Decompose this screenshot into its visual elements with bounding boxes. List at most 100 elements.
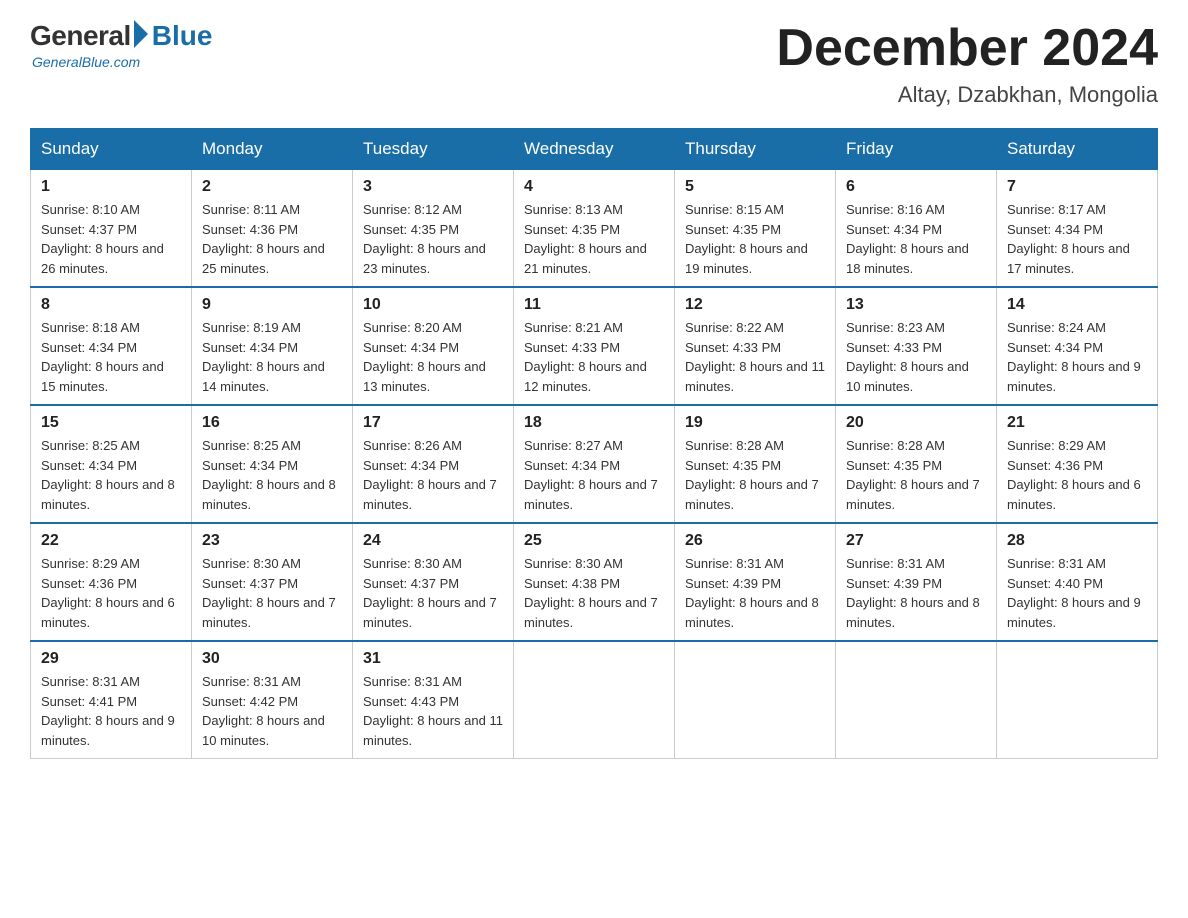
- day-number: 29: [41, 650, 181, 668]
- day-cell: 7 Sunrise: 8:17 AMSunset: 4:34 PMDayligh…: [997, 170, 1158, 288]
- day-info: Sunrise: 8:24 AMSunset: 4:34 PMDaylight:…: [1007, 318, 1147, 396]
- weekday-header-monday: Monday: [192, 129, 353, 170]
- day-info: Sunrise: 8:31 AMSunset: 4:43 PMDaylight:…: [363, 672, 503, 750]
- page-header: General Blue GeneralBlue.com December 20…: [30, 20, 1158, 108]
- day-info: Sunrise: 8:27 AMSunset: 4:34 PMDaylight:…: [524, 436, 664, 514]
- calendar-table: SundayMondayTuesdayWednesdayThursdayFrid…: [30, 128, 1158, 759]
- day-cell: 21 Sunrise: 8:29 AMSunset: 4:36 PMDaylig…: [997, 405, 1158, 523]
- day-cell: 31 Sunrise: 8:31 AMSunset: 4:43 PMDaylig…: [353, 641, 514, 759]
- day-number: 3: [363, 178, 503, 196]
- day-cell: [836, 641, 997, 759]
- day-number: 18: [524, 414, 664, 432]
- day-cell: 22 Sunrise: 8:29 AMSunset: 4:36 PMDaylig…: [31, 523, 192, 641]
- day-info: Sunrise: 8:28 AMSunset: 4:35 PMDaylight:…: [846, 436, 986, 514]
- logo-triangle-icon: [134, 20, 148, 48]
- week-row-4: 22 Sunrise: 8:29 AMSunset: 4:36 PMDaylig…: [31, 523, 1158, 641]
- day-info: Sunrise: 8:13 AMSunset: 4:35 PMDaylight:…: [524, 200, 664, 278]
- day-number: 5: [685, 178, 825, 196]
- day-number: 27: [846, 532, 986, 550]
- day-cell: 1 Sunrise: 8:10 AMSunset: 4:37 PMDayligh…: [31, 170, 192, 288]
- day-info: Sunrise: 8:31 AMSunset: 4:42 PMDaylight:…: [202, 672, 342, 750]
- day-number: 12: [685, 296, 825, 314]
- day-info: Sunrise: 8:21 AMSunset: 4:33 PMDaylight:…: [524, 318, 664, 396]
- day-cell: 14 Sunrise: 8:24 AMSunset: 4:34 PMDaylig…: [997, 287, 1158, 405]
- day-cell: [514, 641, 675, 759]
- week-row-5: 29 Sunrise: 8:31 AMSunset: 4:41 PMDaylig…: [31, 641, 1158, 759]
- day-cell: [997, 641, 1158, 759]
- day-info: Sunrise: 8:29 AMSunset: 4:36 PMDaylight:…: [1007, 436, 1147, 514]
- day-info: Sunrise: 8:30 AMSunset: 4:38 PMDaylight:…: [524, 554, 664, 632]
- day-cell: 29 Sunrise: 8:31 AMSunset: 4:41 PMDaylig…: [31, 641, 192, 759]
- day-info: Sunrise: 8:11 AMSunset: 4:36 PMDaylight:…: [202, 200, 342, 278]
- day-number: 4: [524, 178, 664, 196]
- day-number: 8: [41, 296, 181, 314]
- day-number: 28: [1007, 532, 1147, 550]
- day-info: Sunrise: 8:25 AMSunset: 4:34 PMDaylight:…: [202, 436, 342, 514]
- day-cell: 30 Sunrise: 8:31 AMSunset: 4:42 PMDaylig…: [192, 641, 353, 759]
- day-number: 25: [524, 532, 664, 550]
- day-info: Sunrise: 8:15 AMSunset: 4:35 PMDaylight:…: [685, 200, 825, 278]
- day-info: Sunrise: 8:22 AMSunset: 4:33 PMDaylight:…: [685, 318, 825, 396]
- title-section: December 2024 Altay, Dzabkhan, Mongolia: [776, 20, 1158, 108]
- day-number: 13: [846, 296, 986, 314]
- weekday-header-friday: Friday: [836, 129, 997, 170]
- day-number: 11: [524, 296, 664, 314]
- day-info: Sunrise: 8:10 AMSunset: 4:37 PMDaylight:…: [41, 200, 181, 278]
- day-info: Sunrise: 8:17 AMSunset: 4:34 PMDaylight:…: [1007, 200, 1147, 278]
- weekday-header-row: SundayMondayTuesdayWednesdayThursdayFrid…: [31, 129, 1158, 170]
- weekday-header-thursday: Thursday: [675, 129, 836, 170]
- day-cell: 10 Sunrise: 8:20 AMSunset: 4:34 PMDaylig…: [353, 287, 514, 405]
- day-cell: 19 Sunrise: 8:28 AMSunset: 4:35 PMDaylig…: [675, 405, 836, 523]
- day-number: 19: [685, 414, 825, 432]
- day-number: 31: [363, 650, 503, 668]
- day-cell: 27 Sunrise: 8:31 AMSunset: 4:39 PMDaylig…: [836, 523, 997, 641]
- day-number: 20: [846, 414, 986, 432]
- day-info: Sunrise: 8:31 AMSunset: 4:39 PMDaylight:…: [685, 554, 825, 632]
- month-title: December 2024: [776, 20, 1158, 77]
- day-cell: 17 Sunrise: 8:26 AMSunset: 4:34 PMDaylig…: [353, 405, 514, 523]
- logo: General Blue GeneralBlue.com: [30, 20, 212, 70]
- day-info: Sunrise: 8:19 AMSunset: 4:34 PMDaylight:…: [202, 318, 342, 396]
- day-info: Sunrise: 8:28 AMSunset: 4:35 PMDaylight:…: [685, 436, 825, 514]
- day-info: Sunrise: 8:29 AMSunset: 4:36 PMDaylight:…: [41, 554, 181, 632]
- day-info: Sunrise: 8:26 AMSunset: 4:34 PMDaylight:…: [363, 436, 503, 514]
- day-number: 6: [846, 178, 986, 196]
- day-cell: 11 Sunrise: 8:21 AMSunset: 4:33 PMDaylig…: [514, 287, 675, 405]
- weekday-header-saturday: Saturday: [997, 129, 1158, 170]
- day-number: 23: [202, 532, 342, 550]
- day-cell: 3 Sunrise: 8:12 AMSunset: 4:35 PMDayligh…: [353, 170, 514, 288]
- day-info: Sunrise: 8:31 AMSunset: 4:39 PMDaylight:…: [846, 554, 986, 632]
- day-info: Sunrise: 8:23 AMSunset: 4:33 PMDaylight:…: [846, 318, 986, 396]
- day-cell: 12 Sunrise: 8:22 AMSunset: 4:33 PMDaylig…: [675, 287, 836, 405]
- day-cell: 23 Sunrise: 8:30 AMSunset: 4:37 PMDaylig…: [192, 523, 353, 641]
- day-info: Sunrise: 8:16 AMSunset: 4:34 PMDaylight:…: [846, 200, 986, 278]
- weekday-header-sunday: Sunday: [31, 129, 192, 170]
- day-number: 26: [685, 532, 825, 550]
- day-number: 21: [1007, 414, 1147, 432]
- day-number: 16: [202, 414, 342, 432]
- day-cell: 25 Sunrise: 8:30 AMSunset: 4:38 PMDaylig…: [514, 523, 675, 641]
- day-cell: 8 Sunrise: 8:18 AMSunset: 4:34 PMDayligh…: [31, 287, 192, 405]
- day-number: 24: [363, 532, 503, 550]
- weekday-header-wednesday: Wednesday: [514, 129, 675, 170]
- day-cell: 15 Sunrise: 8:25 AMSunset: 4:34 PMDaylig…: [31, 405, 192, 523]
- day-info: Sunrise: 8:25 AMSunset: 4:34 PMDaylight:…: [41, 436, 181, 514]
- day-cell: 6 Sunrise: 8:16 AMSunset: 4:34 PMDayligh…: [836, 170, 997, 288]
- day-number: 17: [363, 414, 503, 432]
- day-info: Sunrise: 8:30 AMSunset: 4:37 PMDaylight:…: [202, 554, 342, 632]
- day-info: Sunrise: 8:20 AMSunset: 4:34 PMDaylight:…: [363, 318, 503, 396]
- location-title: Altay, Dzabkhan, Mongolia: [776, 82, 1158, 108]
- day-number: 10: [363, 296, 503, 314]
- day-info: Sunrise: 8:30 AMSunset: 4:37 PMDaylight:…: [363, 554, 503, 632]
- day-number: 14: [1007, 296, 1147, 314]
- day-cell: 5 Sunrise: 8:15 AMSunset: 4:35 PMDayligh…: [675, 170, 836, 288]
- day-cell: 13 Sunrise: 8:23 AMSunset: 4:33 PMDaylig…: [836, 287, 997, 405]
- day-number: 22: [41, 532, 181, 550]
- day-number: 2: [202, 178, 342, 196]
- week-row-3: 15 Sunrise: 8:25 AMSunset: 4:34 PMDaylig…: [31, 405, 1158, 523]
- logo-general-text: General: [30, 20, 131, 52]
- day-cell: 24 Sunrise: 8:30 AMSunset: 4:37 PMDaylig…: [353, 523, 514, 641]
- day-cell: 16 Sunrise: 8:25 AMSunset: 4:34 PMDaylig…: [192, 405, 353, 523]
- weekday-header-tuesday: Tuesday: [353, 129, 514, 170]
- day-info: Sunrise: 8:18 AMSunset: 4:34 PMDaylight:…: [41, 318, 181, 396]
